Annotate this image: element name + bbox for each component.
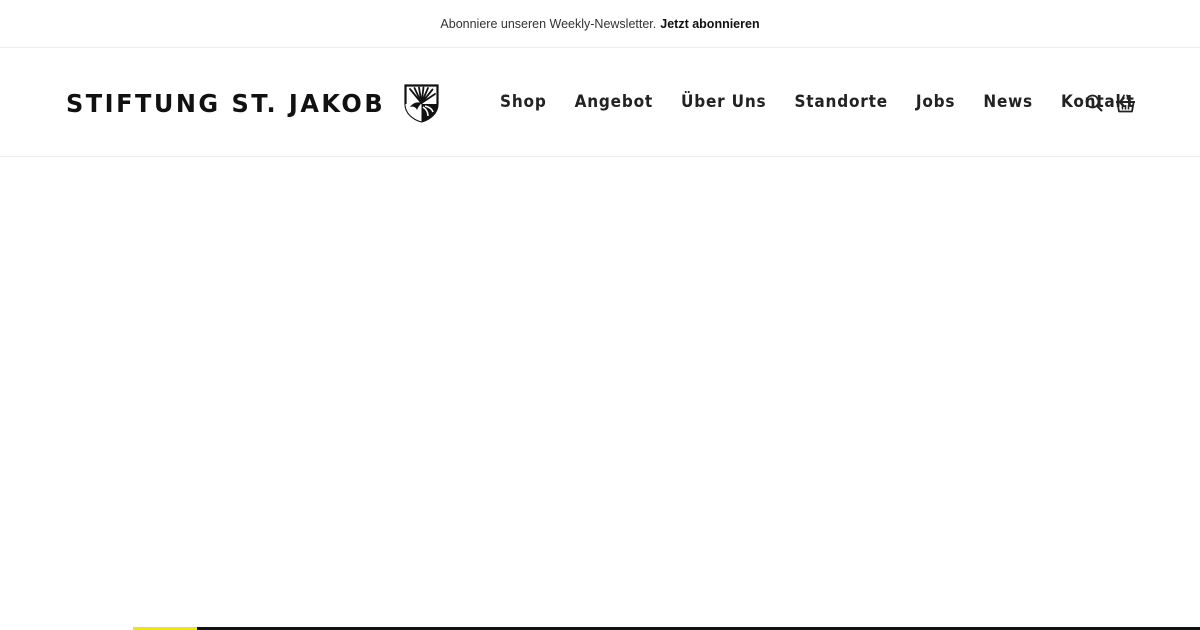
logo-wordmark: STIFTUNG ST. JAKOB — [66, 88, 386, 118]
search-icon — [1085, 94, 1103, 112]
hero-slider — [0, 158, 1200, 630]
nav-item-angebot[interactable]: Angebot — [575, 92, 653, 112]
basket-icon — [1115, 94, 1135, 112]
nav-item-jobs[interactable]: Jobs — [916, 92, 955, 112]
nav-item-standorte[interactable]: Standorte — [794, 92, 887, 112]
crest-icon — [404, 83, 440, 123]
nav-item-ueber-uns[interactable]: Über Uns — [681, 92, 766, 112]
newsletter-subscribe-link[interactable]: Jetzt abonnieren — [660, 17, 759, 31]
newsletter-text: Abonniere unseren Weekly-Newsletter. — [440, 16, 657, 31]
site-header: STIFTUNG ST. JAKOB Shop Angebot Über Uns… — [0, 48, 1200, 157]
nav-item-news[interactable]: News — [983, 92, 1033, 112]
newsletter-bar: Abonniere unseren Weekly-Newsletter. Jet… — [0, 0, 1200, 48]
nav-item-shop[interactable]: Shop — [500, 92, 547, 112]
search-button[interactable] — [1083, 92, 1105, 114]
cart-button[interactable] — [1114, 92, 1136, 114]
site-logo[interactable]: STIFTUNG ST. JAKOB — [66, 83, 440, 123]
main-nav: Shop Angebot Über Uns Standorte Jobs New… — [500, 90, 1135, 114]
